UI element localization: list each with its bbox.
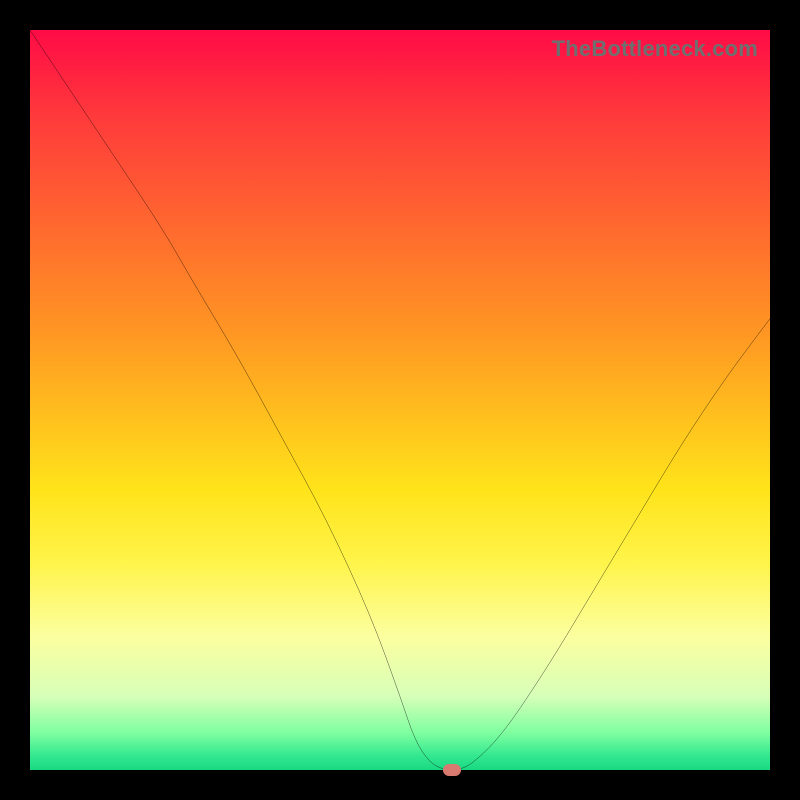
plot-area: TheBottleneck.com (30, 30, 770, 770)
chart-frame: TheBottleneck.com (0, 0, 800, 800)
curve-svg (30, 30, 770, 770)
curve-minimum-marker (443, 764, 461, 776)
curve-path (30, 30, 770, 770)
